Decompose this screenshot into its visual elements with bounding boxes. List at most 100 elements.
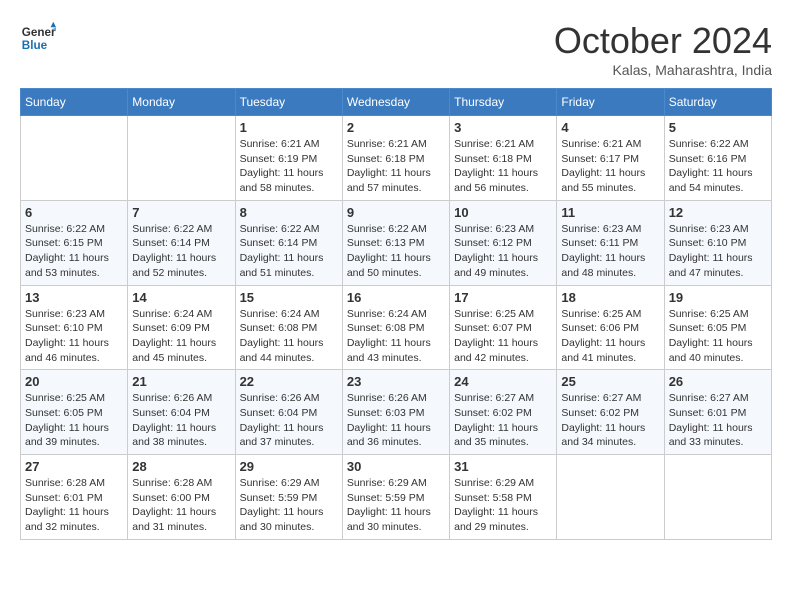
calendar-cell: 10 Sunrise: 6:23 AM Sunset: 6:12 PM Dayli… bbox=[450, 200, 557, 285]
calendar-cell: 18 Sunrise: 6:25 AM Sunset: 6:06 PM Dayli… bbox=[557, 285, 664, 370]
month-title: October 2024 bbox=[554, 20, 772, 62]
header-tuesday: Tuesday bbox=[235, 89, 342, 116]
day-info: Sunrise: 6:27 AM Sunset: 6:02 PM Dayligh… bbox=[561, 391, 659, 450]
day-info: Sunrise: 6:29 AM Sunset: 5:59 PM Dayligh… bbox=[347, 476, 445, 535]
day-info: Sunrise: 6:22 AM Sunset: 6:16 PM Dayligh… bbox=[669, 137, 767, 196]
calendar-cell: 1 Sunrise: 6:21 AM Sunset: 6:19 PM Daylig… bbox=[235, 116, 342, 201]
calendar-cell: 24Sunrise: 6:27 AM Sunset: 6:02 PM Dayli… bbox=[450, 370, 557, 455]
day-info: Sunrise: 6:21 AM Sunset: 6:18 PM Dayligh… bbox=[454, 137, 552, 196]
day-info: Sunrise: 6:22 AM Sunset: 6:14 PM Dayligh… bbox=[240, 222, 338, 281]
day-number: 26 bbox=[669, 374, 767, 389]
calendar-cell: 22 Sunrise: 6:26 AM Sunset: 6:04 PM Dayli… bbox=[235, 370, 342, 455]
svg-text:Blue: Blue bbox=[22, 39, 48, 52]
day-number: 3 bbox=[454, 120, 552, 135]
calendar-cell: 3 Sunrise: 6:21 AM Sunset: 6:18 PM Daylig… bbox=[450, 116, 557, 201]
calendar-cell: 14 Sunrise: 6:24 AM Sunset: 6:09 PM Dayli… bbox=[128, 285, 235, 370]
calendar-cell: 30 Sunrise: 6:29 AM Sunset: 5:59 PM Dayli… bbox=[342, 455, 449, 540]
header-sunday: Sunday bbox=[21, 89, 128, 116]
day-number: 25 bbox=[561, 374, 659, 389]
day-number: 18 bbox=[561, 290, 659, 305]
day-number: 17 bbox=[454, 290, 552, 305]
day-number: 10 bbox=[454, 205, 552, 220]
day-number: 5 bbox=[669, 120, 767, 135]
day-number: 11 bbox=[561, 205, 659, 220]
day-info: Sunrise: 6:25 AM Sunset: 6:06 PM Dayligh… bbox=[561, 307, 659, 366]
calendar-cell: 25 Sunrise: 6:27 AM Sunset: 6:02 PM Dayli… bbox=[557, 370, 664, 455]
day-info: Sunrise: 6:23 AM Sunset: 6:10 PM Dayligh… bbox=[25, 307, 123, 366]
day-info: Sunrise: 6:25 AM Sunset: 6:05 PM Dayligh… bbox=[25, 391, 123, 450]
day-number: 16 bbox=[347, 290, 445, 305]
calendar-cell: 13 Sunrise: 6:23 AM Sunset: 6:10 PM Dayli… bbox=[21, 285, 128, 370]
day-info: Sunrise: 6:22 AM Sunset: 6:14 PM Dayligh… bbox=[132, 222, 230, 281]
day-number: 4 bbox=[561, 120, 659, 135]
calendar-week-1: 1 Sunrise: 6:21 AM Sunset: 6:19 PM Daylig… bbox=[21, 116, 772, 201]
day-info: Sunrise: 6:22 AM Sunset: 6:15 PM Dayligh… bbox=[25, 222, 123, 281]
day-number: 23 bbox=[347, 374, 445, 389]
day-number: 9 bbox=[347, 205, 445, 220]
day-info: Sunrise: 6:24 AM Sunset: 6:09 PM Dayligh… bbox=[132, 307, 230, 366]
calendar-cell: 2 Sunrise: 6:21 AM Sunset: 6:18 PM Daylig… bbox=[342, 116, 449, 201]
day-number: 6 bbox=[25, 205, 123, 220]
calendar-cell: 15 Sunrise: 6:24 AM Sunset: 6:08 PM Dayli… bbox=[235, 285, 342, 370]
logo: General Blue bbox=[20, 20, 56, 56]
day-number: 15 bbox=[240, 290, 338, 305]
header-row: Sunday Monday Tuesday Wednesday Thursday… bbox=[21, 89, 772, 116]
day-info: Sunrise: 6:29 AM Sunset: 5:59 PM Dayligh… bbox=[240, 476, 338, 535]
calendar-cell: 23Sunrise: 6:26 AM Sunset: 6:03 PM Dayli… bbox=[342, 370, 449, 455]
calendar-cell bbox=[557, 455, 664, 540]
calendar-cell: 9 Sunrise: 6:22 AM Sunset: 6:13 PM Daylig… bbox=[342, 200, 449, 285]
calendar-cell: 8Sunrise: 6:22 AM Sunset: 6:14 PM Daylig… bbox=[235, 200, 342, 285]
day-info: Sunrise: 6:26 AM Sunset: 6:04 PM Dayligh… bbox=[240, 391, 338, 450]
header-friday: Friday bbox=[557, 89, 664, 116]
day-info: Sunrise: 6:24 AM Sunset: 6:08 PM Dayligh… bbox=[240, 307, 338, 366]
day-info: Sunrise: 6:21 AM Sunset: 6:18 PM Dayligh… bbox=[347, 137, 445, 196]
calendar-cell: 6 Sunrise: 6:22 AM Sunset: 6:15 PM Daylig… bbox=[21, 200, 128, 285]
location-subtitle: Kalas, Maharashtra, India bbox=[554, 62, 772, 78]
day-info: Sunrise: 6:21 AM Sunset: 6:19 PM Dayligh… bbox=[240, 137, 338, 196]
day-info: Sunrise: 6:22 AM Sunset: 6:13 PM Dayligh… bbox=[347, 222, 445, 281]
day-info: Sunrise: 6:28 AM Sunset: 6:00 PM Dayligh… bbox=[132, 476, 230, 535]
calendar-cell bbox=[21, 116, 128, 201]
day-number: 19 bbox=[669, 290, 767, 305]
calendar-cell: 7 Sunrise: 6:22 AM Sunset: 6:14 PM Daylig… bbox=[128, 200, 235, 285]
header-wednesday: Wednesday bbox=[342, 89, 449, 116]
day-number: 2 bbox=[347, 120, 445, 135]
day-info: Sunrise: 6:23 AM Sunset: 6:10 PM Dayligh… bbox=[669, 222, 767, 281]
calendar-week-4: 20Sunrise: 6:25 AM Sunset: 6:05 PM Dayli… bbox=[21, 370, 772, 455]
header-monday: Monday bbox=[128, 89, 235, 116]
title-area: October 2024 Kalas, Maharashtra, India bbox=[554, 20, 772, 78]
day-number: 27 bbox=[25, 459, 123, 474]
calendar-cell bbox=[664, 455, 771, 540]
day-number: 30 bbox=[347, 459, 445, 474]
day-info: Sunrise: 6:27 AM Sunset: 6:02 PM Dayligh… bbox=[454, 391, 552, 450]
day-number: 22 bbox=[240, 374, 338, 389]
calendar-cell: 28 Sunrise: 6:28 AM Sunset: 6:00 PM Dayli… bbox=[128, 455, 235, 540]
calendar-table: Sunday Monday Tuesday Wednesday Thursday… bbox=[20, 88, 772, 540]
day-info: Sunrise: 6:25 AM Sunset: 6:07 PM Dayligh… bbox=[454, 307, 552, 366]
day-number: 28 bbox=[132, 459, 230, 474]
day-number: 12 bbox=[669, 205, 767, 220]
calendar-cell: 21Sunrise: 6:26 AM Sunset: 6:04 PM Dayli… bbox=[128, 370, 235, 455]
logo-icon: General Blue bbox=[20, 20, 56, 56]
calendar-cell: 20Sunrise: 6:25 AM Sunset: 6:05 PM Dayli… bbox=[21, 370, 128, 455]
day-number: 14 bbox=[132, 290, 230, 305]
calendar-cell: 16Sunrise: 6:24 AM Sunset: 6:08 PM Dayli… bbox=[342, 285, 449, 370]
day-number: 1 bbox=[240, 120, 338, 135]
calendar-cell: 31Sunrise: 6:29 AM Sunset: 5:58 PM Dayli… bbox=[450, 455, 557, 540]
calendar-week-2: 6 Sunrise: 6:22 AM Sunset: 6:15 PM Daylig… bbox=[21, 200, 772, 285]
calendar-cell: 29Sunrise: 6:29 AM Sunset: 5:59 PM Dayli… bbox=[235, 455, 342, 540]
day-info: Sunrise: 6:29 AM Sunset: 5:58 PM Dayligh… bbox=[454, 476, 552, 535]
day-number: 7 bbox=[132, 205, 230, 220]
day-number: 13 bbox=[25, 290, 123, 305]
header-saturday: Saturday bbox=[664, 89, 771, 116]
calendar-cell: 12 Sunrise: 6:23 AM Sunset: 6:10 PM Dayli… bbox=[664, 200, 771, 285]
calendar-week-5: 27 Sunrise: 6:28 AM Sunset: 6:01 PM Dayli… bbox=[21, 455, 772, 540]
calendar-cell: 19Sunrise: 6:25 AM Sunset: 6:05 PM Dayli… bbox=[664, 285, 771, 370]
day-info: Sunrise: 6:23 AM Sunset: 6:12 PM Dayligh… bbox=[454, 222, 552, 281]
calendar-cell: 27 Sunrise: 6:28 AM Sunset: 6:01 PM Dayli… bbox=[21, 455, 128, 540]
calendar-cell: 11Sunrise: 6:23 AM Sunset: 6:11 PM Dayli… bbox=[557, 200, 664, 285]
day-info: Sunrise: 6:21 AM Sunset: 6:17 PM Dayligh… bbox=[561, 137, 659, 196]
day-info: Sunrise: 6:28 AM Sunset: 6:01 PM Dayligh… bbox=[25, 476, 123, 535]
day-number: 21 bbox=[132, 374, 230, 389]
calendar-week-3: 13 Sunrise: 6:23 AM Sunset: 6:10 PM Dayli… bbox=[21, 285, 772, 370]
